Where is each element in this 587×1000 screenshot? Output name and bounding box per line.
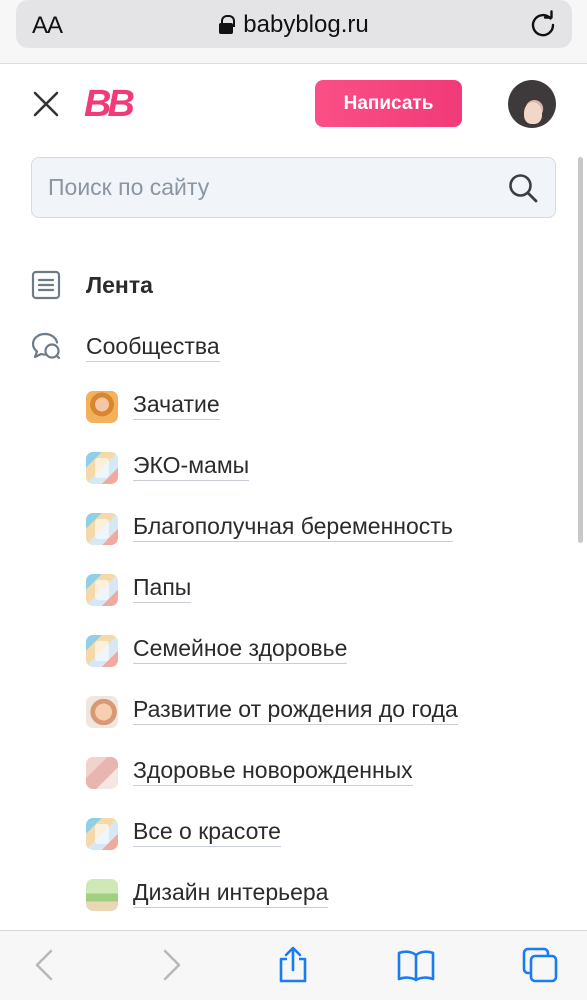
community-label: Здоровье новорожденных	[133, 757, 413, 786]
community-label: Развитие от рождения до года	[133, 696, 458, 725]
community-label: Благополучная беременность	[133, 513, 453, 542]
logo[interactable]: BB	[84, 84, 148, 124]
address-bar[interactable]: AA babyblog.ru	[16, 0, 572, 48]
close-icon[interactable]	[30, 88, 62, 120]
community-thumbnail	[86, 696, 118, 728]
community-label: Зачатие	[133, 391, 220, 420]
search-input[interactable]	[48, 158, 488, 217]
community-thumbnail	[86, 635, 118, 667]
menu-label-communities: Сообщества	[86, 333, 220, 362]
book-icon[interactable]	[396, 945, 436, 985]
community-thumbnail	[86, 818, 118, 850]
community-thumbnail	[86, 513, 118, 545]
chat-bubbles-icon	[31, 332, 61, 360]
community-label: Семейное здоровье	[133, 635, 348, 664]
community-thumbnail	[86, 757, 118, 789]
reload-icon[interactable]	[528, 9, 558, 39]
site-search	[31, 157, 556, 218]
chevron-right-icon[interactable]	[150, 945, 190, 985]
community-thumbnail	[86, 879, 118, 911]
feed-icon	[31, 270, 61, 300]
scrollbar[interactable]	[578, 157, 583, 543]
lock-icon	[219, 15, 236, 34]
svg-text:BB: BB	[84, 84, 134, 124]
url-text: babyblog.ru	[243, 11, 369, 38]
community-thumbnail	[86, 574, 118, 606]
community-label: Дизайн интерьера	[133, 879, 329, 908]
community-thumbnail	[86, 391, 118, 423]
menu-label-feed: Лента	[86, 272, 153, 298]
tabs-icon[interactable]	[520, 945, 560, 985]
avatar[interactable]	[508, 80, 556, 128]
chevron-left-icon[interactable]	[26, 945, 66, 985]
write-button[interactable]: Написать	[315, 80, 462, 127]
browser-toolbar	[0, 930, 587, 1000]
browser-top-bar: AA babyblog.ru	[0, 0, 587, 64]
community-thumbnail	[86, 452, 118, 484]
community-label: Папы	[133, 574, 192, 603]
community-label: Все о красоте	[133, 818, 281, 847]
share-icon[interactable]	[273, 945, 313, 985]
community-label: ЭКО-мамы	[133, 452, 250, 481]
url-display[interactable]: babyblog.ru	[16, 11, 572, 39]
search-icon[interactable]	[507, 172, 539, 204]
